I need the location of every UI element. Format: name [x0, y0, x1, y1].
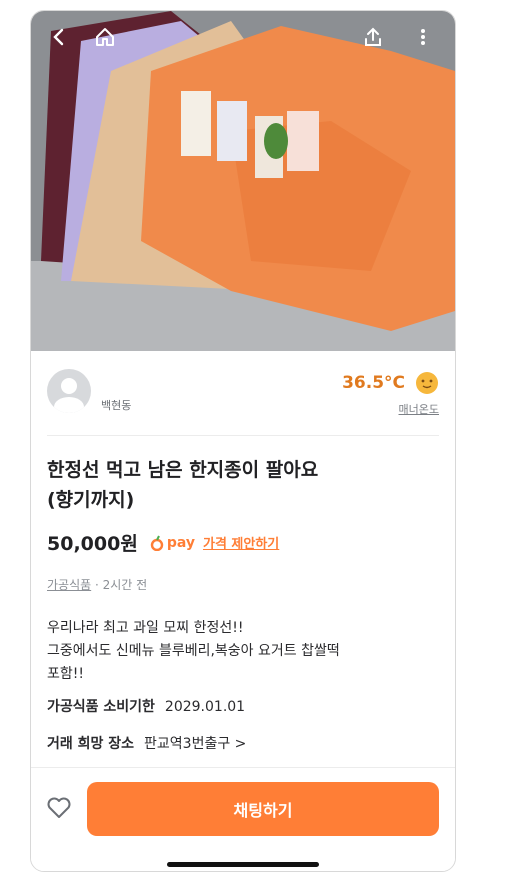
trade-place-label: 거래 희망 장소 — [47, 736, 135, 752]
price-offer-link[interactable]: 가격 제안하기 — [203, 533, 279, 552]
bottom-action-bar: 채팅하기 — [31, 767, 455, 871]
pay-label: pay — [166, 534, 195, 551]
seller-section[interactable]: 백현동 36.5°C 매너온도 — [31, 351, 455, 435]
person-icon — [54, 378, 84, 413]
more-button[interactable] — [407, 21, 439, 53]
share-icon — [365, 27, 381, 46]
product-description: 우리나라 최고 과일 모찌 한정선!! 그중에서도 신메뉴 블루베리,복숭아 요… — [47, 617, 437, 686]
product-photo[interactable] — [31, 11, 455, 351]
product-title-line: (향기까지) — [47, 489, 135, 511]
back-icon — [53, 28, 64, 46]
back-button[interactable] — [43, 21, 75, 53]
smile-face-icon — [415, 371, 439, 395]
price: 50,000원 — [47, 533, 138, 555]
category-link[interactable]: 가공식품 — [47, 578, 91, 592]
avatar[interactable] — [47, 369, 91, 413]
home-button[interactable] — [89, 21, 121, 53]
home-indicator[interactable] — [167, 862, 319, 867]
product-title-line: 한정선 먹고 남은 한지종이 팔아요 — [47, 459, 319, 481]
like-button[interactable] — [45, 794, 73, 822]
expiry-info: 가공식품 소비기한 2029.01.01 — [47, 696, 245, 716]
seller-name: 백현동 — [101, 399, 132, 412]
description-line: 포함!! — [47, 666, 84, 682]
expiry-label: 가공식품 소비기한 — [47, 699, 155, 715]
trade-place-value[interactable]: 판교역3번출구 > — [144, 736, 246, 752]
description-line: 그중에서도 신메뉴 블루베리,복숭아 요거트 찹쌀떡 — [47, 643, 340, 659]
trade-place-info[interactable]: 거래 희망 장소 판교역3번출구 > — [47, 733, 246, 753]
more-icon — [421, 29, 425, 45]
expiry-value: 2029.01.01 — [164, 699, 246, 715]
product-meta: 가공식품 · 2시간 전 — [47, 576, 147, 593]
manner-temperature: 36.5°C — [342, 373, 405, 393]
price-row: 50,000원 pay 가격 제안하기 — [47, 529, 279, 556]
product-title: 한정선 먹고 남은 한지종이 팔아요 (향기까지) — [47, 455, 427, 515]
home-icon — [96, 28, 114, 46]
share-button[interactable] — [357, 21, 389, 53]
description-line: 우리나라 최고 과일 모찌 한정선!! — [47, 620, 244, 636]
posted-time: · 2시간 전 — [95, 578, 148, 592]
carrot-pay-icon — [150, 535, 164, 551]
manner-temperature-link[interactable]: 매너온도 — [399, 401, 439, 417]
chat-button[interactable]: 채팅하기 — [87, 782, 439, 836]
heart-icon — [47, 797, 71, 818]
pay-badge: pay — [150, 535, 195, 551]
divider — [47, 435, 439, 436]
phone-screen: 백현동 36.5°C 매너온도 한정선 먹고 남은 한지종이 팔아요 (향기까지… — [30, 10, 456, 872]
